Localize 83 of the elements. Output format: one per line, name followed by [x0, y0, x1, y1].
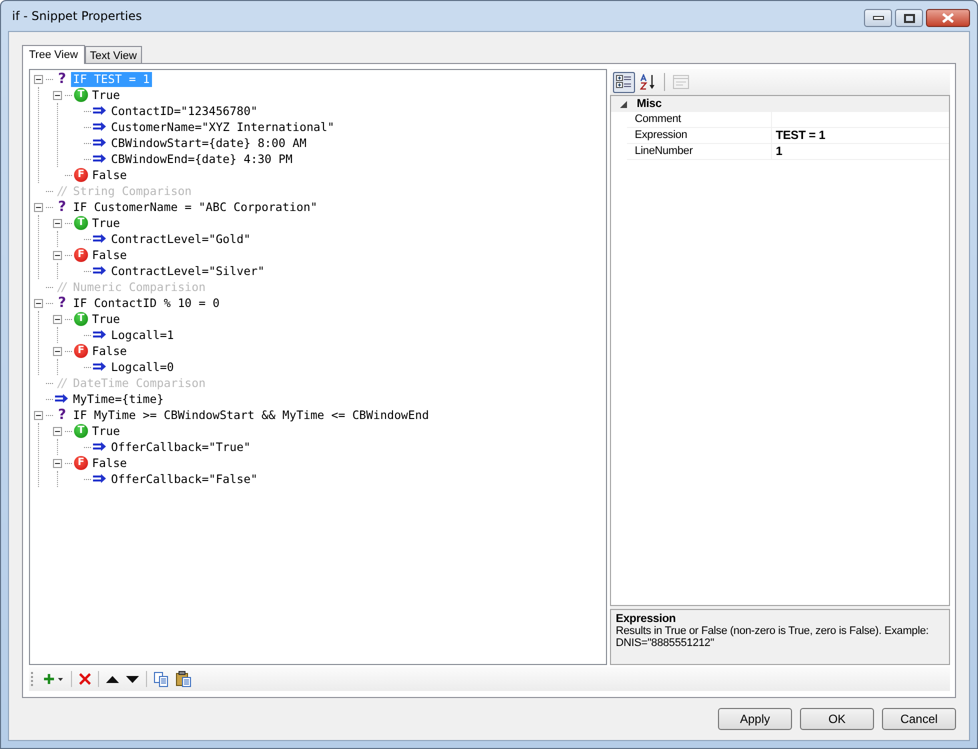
tree-node[interactable]: MyTime={time}: [71, 392, 166, 406]
help-title: Expression: [616, 613, 677, 625]
tree-node[interactable]: ContactID="123456780": [109, 104, 260, 118]
assign-arrow-icon: [93, 122, 107, 132]
tree-node[interactable]: Logcall=0: [109, 360, 176, 374]
minimize-button[interactable]: [864, 9, 892, 27]
false-badge-icon: F: [74, 344, 88, 358]
question-icon: ?: [58, 72, 66, 86]
collapse-icon[interactable]: [53, 90, 62, 100]
tree-node[interactable]: False: [90, 456, 129, 470]
collapse-icon[interactable]: [34, 74, 43, 84]
property-value[interactable]: 1: [772, 144, 782, 159]
assign-arrow-icon: [93, 474, 107, 484]
tree-node[interactable]: IF ContactID % 10 = 0: [71, 296, 222, 310]
help-text: Results in True or False (non-zero is True, zero is False). Example: DNIS="8885551212": [616, 625, 930, 649]
property-value[interactable]: TEST = 1: [772, 128, 826, 143]
tree-node[interactable]: CBWindowEnd={date} 4:30 PM: [109, 152, 294, 166]
collapse-icon[interactable]: [34, 298, 43, 308]
assign-arrow-icon: [93, 138, 107, 148]
maximize-button[interactable]: [895, 9, 923, 27]
tree-node[interactable]: ContractLevel="Silver": [109, 264, 267, 278]
collapse-icon[interactable]: [34, 202, 43, 212]
comment-icon: //: [58, 376, 66, 390]
assign-arrow-icon: [93, 106, 107, 116]
assign-arrow-icon: [93, 234, 107, 244]
tree-node[interactable]: False: [90, 168, 129, 182]
tree-node[interactable]: IF CustomerName = "ABC Corporation": [71, 200, 320, 214]
tab[interactable]: Tree View: [22, 45, 85, 64]
close-button[interactable]: [926, 9, 970, 27]
tree-node[interactable]: OfferCallback="True": [109, 440, 253, 454]
paste-icon[interactable]: [174, 669, 194, 689]
tree-node[interactable]: ContractLevel="Gold": [109, 232, 253, 246]
assign-arrow-icon: [93, 442, 107, 452]
tree-node[interactable]: True: [90, 216, 122, 230]
close-icon: [942, 13, 954, 23]
categorized-icon[interactable]: [612, 72, 635, 92]
window-title: if - Snippet Properties: [11, 9, 142, 23]
tree-node[interactable]: True: [90, 312, 122, 326]
false-badge-icon: F: [74, 168, 88, 182]
true-badge-icon: T: [74, 216, 88, 230]
tree-node[interactable]: False: [90, 344, 129, 358]
true-badge-icon: T: [74, 312, 88, 326]
tree-node[interactable]: True: [90, 424, 122, 438]
tree-node[interactable]: Logcall=1: [109, 328, 176, 342]
tree-node[interactable]: CustomerName="XYZ International": [109, 120, 336, 134]
question-icon: ?: [58, 408, 66, 422]
tree-node[interactable]: OfferCallback="False": [109, 472, 260, 486]
assign-arrow-icon: [55, 394, 69, 404]
tree-node[interactable]: True: [90, 88, 122, 102]
comment-icon: //: [58, 184, 66, 198]
property-name: Comment: [626, 112, 772, 127]
tab[interactable]: Text View: [84, 46, 142, 63]
dialog-button[interactable]: OK: [800, 708, 874, 730]
question-icon: ?: [58, 200, 66, 214]
assign-arrow-icon: [93, 362, 107, 372]
collapse-icon[interactable]: [53, 314, 62, 324]
maximize-icon: [904, 14, 914, 22]
collapse-icon[interactable]: [53, 458, 62, 468]
minimize-icon: [872, 16, 884, 20]
true-badge-icon: T: [74, 424, 88, 438]
false-badge-icon: F: [74, 248, 88, 262]
tree-node[interactable]: CBWindowStart={date} 8:00 AM: [109, 136, 308, 150]
true-badge-icon: T: [74, 88, 88, 102]
category-label: Misc: [636, 98, 662, 110]
question-icon: ?: [58, 296, 66, 310]
dialog-button[interactable]: Apply: [718, 708, 792, 730]
assign-arrow-icon: [93, 330, 107, 340]
comment-icon: //: [58, 280, 66, 294]
collapse-icon[interactable]: [53, 250, 62, 260]
collapse-icon[interactable]: [53, 346, 62, 356]
collapse-icon[interactable]: [34, 410, 43, 420]
false-badge-icon: F: [74, 456, 88, 470]
tree-node[interactable]: IF MyTime >= CBWindowStart && MyTime <= CBWindowEnd: [71, 408, 431, 422]
tree-node[interactable]: False: [90, 248, 129, 262]
copy-icon[interactable]: [152, 669, 171, 689]
toolbar-grip[interactable]: [31, 672, 35, 686]
property-name: Expression: [626, 128, 772, 143]
collapse-icon[interactable]: [53, 426, 62, 436]
dialog-button[interactable]: Cancel: [882, 708, 956, 730]
assign-arrow-icon: [93, 154, 107, 164]
property-name: LineNumber: [626, 144, 772, 159]
collapse-icon[interactable]: [53, 218, 62, 228]
assign-arrow-icon: [93, 266, 107, 276]
